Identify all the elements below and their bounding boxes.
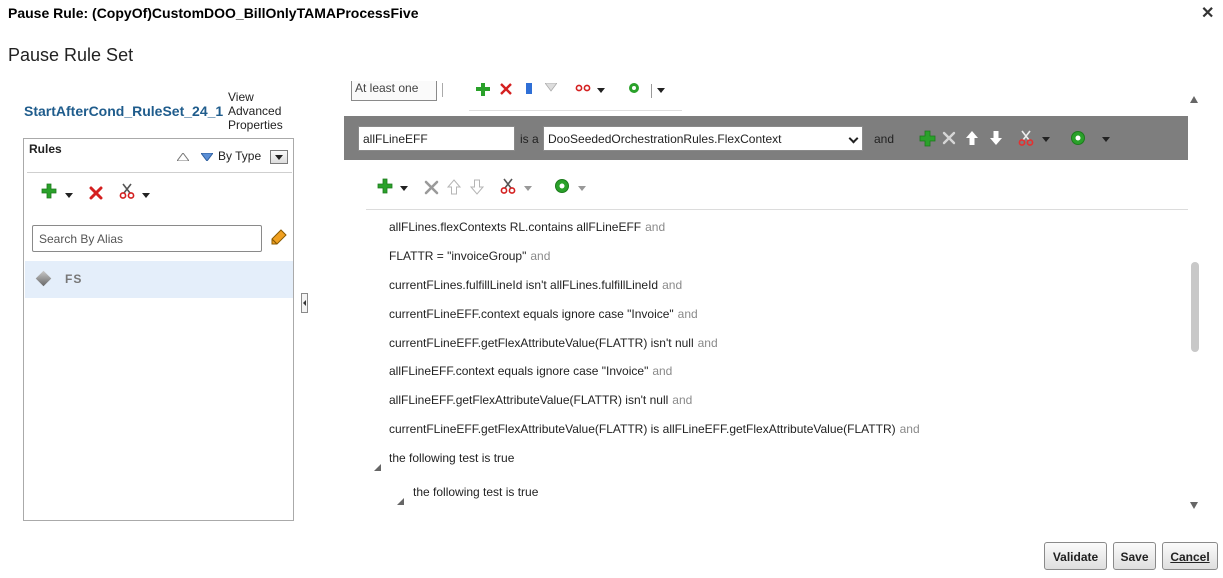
cut-icon[interactable] [500,178,516,194]
divider [469,110,682,111]
sort-by-type-label: By Type [218,149,262,163]
and-label: and [645,220,666,234]
eraser-icon[interactable] [269,229,287,247]
fact-type-select[interactable]: DooSeededOrchestrationRules.FlexContext [543,126,863,151]
cancel-button[interactable]: Cancel [1162,542,1218,570]
variable-definition-bar: is a DooSeededOrchestrationRules.FlexCon… [344,116,1188,160]
nested-test-text: the following test is true [389,451,515,465]
delete-icon[interactable] [424,180,439,195]
arrow-down-icon[interactable] [989,130,1003,146]
cut-dropdown-icon[interactable] [1042,137,1050,142]
condition-row[interactable]: currentFLines.fulfillLineId isn't allFLi… [389,278,682,292]
sort-ascending-icon[interactable] [177,153,189,161]
save-button[interactable]: Save [1113,542,1156,570]
chevron-down-icon [275,155,283,160]
condition-text: currentFLineEFF.getFlexAttributeValue(FL… [389,422,896,436]
rule-item-label: FS [65,272,83,286]
chevron-down-icon [848,133,859,144]
and-label: and [652,364,673,378]
rule-list-item[interactable]: FS [25,261,293,298]
view-advanced-properties-link[interactable]: View Advanced Properties [228,90,298,132]
add-dropdown-icon[interactable] [65,193,73,198]
section-title: Pause Rule Set [8,45,134,65]
copy-icon[interactable] [525,83,533,95]
sort-descending-icon[interactable] [201,153,213,161]
paste-icon[interactable] [545,83,557,93]
cut-dropdown-icon[interactable] [597,88,605,93]
quantifier-select[interactable]: At least one [351,81,437,101]
and-label: and [874,132,895,146]
search-input[interactable] [32,225,262,252]
arrow-down-icon[interactable] [470,179,484,195]
and-label: and [530,249,551,263]
add-dropdown-icon[interactable] [400,186,408,191]
divider [366,209,1188,210]
rules-label: Rules [29,142,62,156]
divider [651,84,652,98]
settings-icon[interactable] [627,83,641,96]
condition-text: allFLineEFF.context equals ignore case "… [389,364,649,378]
scroll-up-arrow[interactable] [1190,96,1198,103]
condition-text: FLATTR = "invoiceGroup" [389,249,527,263]
chevron-left-icon [303,300,306,306]
condition-text: currentFLines.fulfillLineId isn't allFLi… [389,278,659,292]
rules-panel: Rules By Type FS [23,138,294,521]
divider [442,83,443,97]
cut-dropdown-icon[interactable] [142,193,150,198]
condition-row[interactable]: allFLineEFF.context equals ignore case "… [389,364,672,378]
sort-dropdown-button[interactable] [270,150,288,164]
cut-dropdown-icon[interactable] [524,186,532,191]
close-icon[interactable]: ✕ [1201,3,1214,23]
condition-text: allFLineEFF.getFlexAttributeValue(FLATTR… [389,393,669,407]
settings-icon[interactable] [554,178,570,194]
and-label: and [899,422,920,436]
condition-row[interactable]: currentFLineEFF.getFlexAttributeValue(FL… [389,336,718,350]
nested-test-row[interactable]: the following test is true [389,451,514,465]
condition-row[interactable]: allFLines.flexContexts RL.contains allFL… [389,220,665,234]
variable-name-input[interactable] [358,126,515,151]
collapse-panel-handle[interactable] [301,293,308,313]
ruleset-name: StartAfterCond_RuleSet_24_1 [24,103,224,119]
add-icon[interactable] [377,178,393,194]
scroll-down-arrow[interactable] [1190,502,1198,509]
settings-dropdown-icon[interactable] [657,88,665,93]
delete-icon[interactable] [500,83,512,95]
and-label: and [672,393,693,407]
add-icon[interactable] [475,83,491,96]
condition-row[interactable]: allFLineEFF.getFlexAttributeValue(FLATTR… [389,393,692,407]
fact-type-value: DooSeededOrchestrationRules.FlexContext [548,132,782,146]
validate-button[interactable]: Validate [1044,542,1107,570]
settings-icon[interactable] [1070,130,1086,146]
settings-dropdown-icon[interactable] [1102,137,1110,142]
and-label: and [662,278,683,292]
expand-toggle-icon[interactable] [374,464,381,471]
nested-test-row[interactable]: the following test is true [413,485,538,499]
and-label: and [677,307,698,321]
condition-row[interactable]: FLATTR = "invoiceGroup" and [389,249,550,263]
is-a-label: is a [520,132,539,146]
arrow-up-icon[interactable] [447,179,461,195]
cut-icon[interactable] [575,83,591,95]
scrollbar-thumb[interactable] [1191,262,1199,352]
expand-toggle-icon[interactable] [397,498,404,505]
delete-icon[interactable] [942,131,956,145]
dialog-title: Pause Rule: (CopyOf)CustomDOO_BillOnlyTA… [8,5,419,21]
delete-icon[interactable] [89,186,103,200]
condition-row[interactable]: currentFLineEFF.context equals ignore ca… [389,307,698,321]
condition-text: allFLines.flexContexts RL.contains allFL… [389,220,642,234]
nested-test-text: the following test is true [413,485,539,499]
add-icon[interactable] [919,130,936,147]
arrow-up-icon[interactable] [965,130,979,146]
and-label: and [697,336,718,350]
diamond-icon [35,270,52,287]
settings-dropdown-icon[interactable] [578,186,586,191]
cut-icon[interactable] [1018,130,1034,146]
condition-row[interactable]: currentFLineEFF.getFlexAttributeValue(FL… [389,422,920,436]
divider [27,172,292,173]
cut-icon[interactable] [119,183,135,199]
add-icon[interactable] [41,183,57,199]
condition-text: currentFLineEFF.getFlexAttributeValue(FL… [389,336,694,350]
condition-text: currentFLineEFF.context equals ignore ca… [389,307,674,321]
